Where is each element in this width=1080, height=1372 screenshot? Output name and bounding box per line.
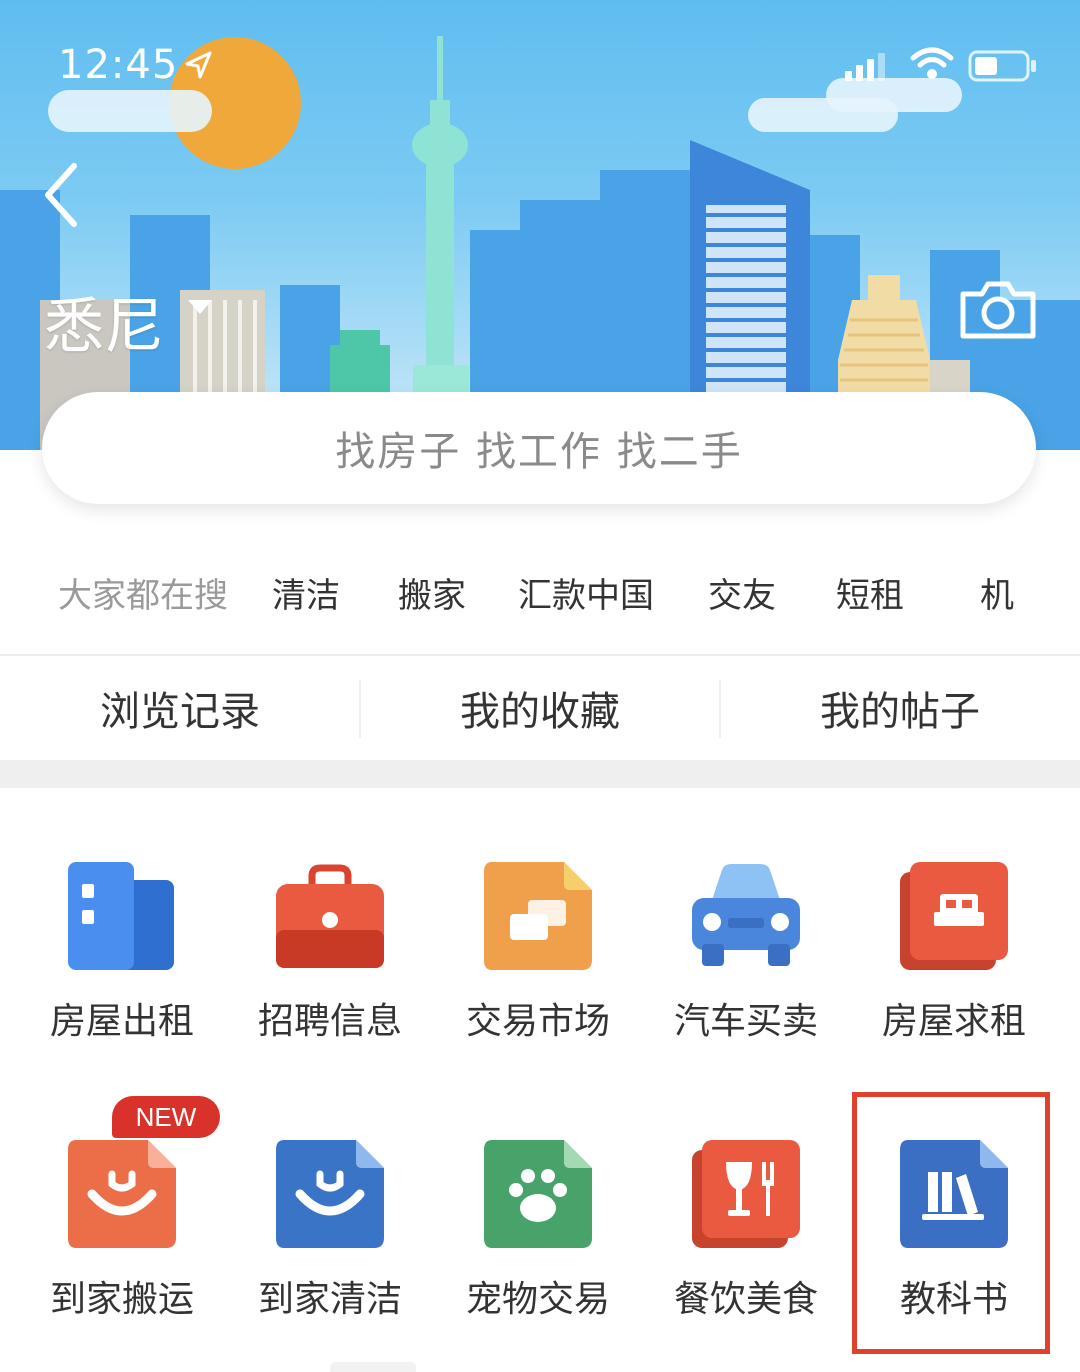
hot-search-label: 大家都在搜 [58, 576, 228, 616]
my-favorites-link[interactable]: 我的收藏 [360, 656, 720, 760]
cellular-signal-icon [845, 53, 885, 81]
bottom-edge-element [330, 1362, 416, 1372]
chevron-down-icon[interactable] [186, 298, 214, 316]
category-cleaning[interactable]: 到家清洁 [230, 1138, 430, 1358]
category-house-wanted[interactable]: 房屋求租 [854, 860, 1054, 1080]
exchange-icon [484, 862, 592, 970]
browse-history-link[interactable]: 浏览记录 [0, 656, 360, 760]
cutlery-icon [692, 1140, 800, 1248]
category-cars[interactable]: 汽车买卖 [646, 860, 846, 1080]
city-selector[interactable]: 悉尼 [44, 278, 164, 365]
search-input[interactable]: 找房子 找工作 找二手 [42, 392, 1036, 504]
section-divider [0, 760, 1080, 788]
new-badge: NEW [112, 1096, 220, 1138]
category-label: 宠物交易 [465, 1279, 610, 1320]
category-moving[interactable]: 到家搬运 [22, 1138, 222, 1358]
quick-links: 浏览记录 我的收藏 我的帖子 [0, 656, 1080, 760]
category-marketplace[interactable]: 交易市场 [438, 860, 638, 1080]
smile-doc-icon [276, 1140, 384, 1248]
category-label: 餐饮美食 [673, 1279, 818, 1320]
smile-doc-icon [68, 1140, 176, 1248]
category-label: 到家搬运 [49, 1279, 194, 1320]
briefcase-icon [276, 864, 384, 968]
wifi-icon [910, 47, 954, 79]
category-label: 汽车买卖 [673, 1001, 818, 1042]
building-icon [68, 862, 174, 970]
hero-banner: 12:45 悉尼 [0, 0, 1080, 450]
category-pets[interactable]: 宠物交易 [438, 1138, 638, 1358]
category-label: 房屋出租 [49, 1001, 194, 1042]
car-icon [692, 864, 800, 966]
camera-icon[interactable] [958, 280, 1038, 340]
category-label: 到家清洁 [257, 1279, 402, 1320]
hot-search-item[interactable]: 清洁 [272, 568, 340, 617]
hot-search-item[interactable]: 交友 [708, 568, 776, 617]
hot-search-row: 大家都在搜 清洁 搬家 汇款中国 交友 短租 机 [0, 548, 1080, 634]
category-house-rent[interactable]: 房屋出租 [22, 860, 222, 1080]
hot-search-item[interactable]: 机 [980, 568, 1014, 617]
hot-search-item[interactable]: 搬家 [398, 568, 466, 617]
hot-search-item[interactable]: 短租 [836, 568, 904, 617]
category-label: 交易市场 [465, 1001, 610, 1042]
category-label: 房屋求租 [881, 1001, 1026, 1042]
category-jobs[interactable]: 招聘信息 [230, 860, 430, 1080]
battery-icon [968, 50, 1036, 82]
back-icon[interactable] [38, 160, 88, 230]
hot-search-item[interactable]: 汇款中国 [518, 568, 654, 617]
category-food[interactable]: 餐饮美食 [646, 1138, 846, 1358]
bed-icon [900, 862, 1008, 970]
paw-icon [484, 1140, 592, 1248]
highlight-annotation [852, 1092, 1050, 1354]
category-label: 招聘信息 [257, 1001, 402, 1042]
location-arrow-icon [185, 51, 212, 79]
my-posts-link[interactable]: 我的帖子 [720, 656, 1080, 760]
status-bar: 12:45 [0, 0, 1080, 130]
status-time: 12:45 [58, 42, 179, 88]
